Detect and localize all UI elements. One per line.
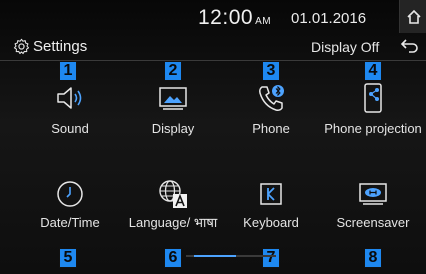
status-date: 01.01.2016 — [291, 10, 367, 27]
tile-label: Phone projection — [324, 121, 422, 136]
phone-projection-icon — [355, 80, 391, 116]
bluetooth-phone-icon — [253, 80, 289, 116]
back-arrow-icon — [400, 37, 422, 55]
clock-icon — [52, 176, 88, 212]
status-clock: 12:00 AM — [198, 6, 271, 30]
tile-label: Screensaver — [336, 215, 410, 230]
tile-sound[interactable]: 1 Sound — [18, 60, 122, 164]
tile-label: Keyboard — [243, 215, 299, 230]
clock-time: 12:00 — [198, 6, 254, 29]
page-title-label: Settings — [33, 38, 88, 55]
callout-badge: 8 — [365, 249, 381, 267]
gear-icon — [13, 38, 30, 55]
tile-language[interactable]: 6 Language/ भाषा — [121, 170, 225, 274]
clock-ampm: AM — [255, 16, 272, 27]
page-indicator-active — [194, 255, 236, 257]
tile-date-time[interactable]: 5 Date/Time — [18, 170, 122, 274]
callout-badge: 7 — [263, 249, 279, 267]
page-title: Settings — [13, 38, 87, 55]
callout-badge: 2 — [165, 62, 181, 80]
callout-badge: 4 — [365, 62, 381, 80]
screensaver-icon — [355, 176, 391, 212]
title-bar: Settings Display Off — [0, 33, 426, 61]
back-button[interactable] — [400, 37, 422, 55]
callout-badge: 3 — [263, 62, 279, 80]
tile-display[interactable]: 2 Display — [121, 60, 225, 164]
home-icon — [406, 9, 422, 25]
language-globe-icon — [155, 176, 191, 212]
callout-badge: 5 — [60, 249, 76, 267]
keyboard-icon — [253, 176, 289, 212]
callout-badge: 6 — [165, 249, 181, 267]
page-indicator — [186, 255, 276, 257]
display-off-button[interactable]: Display Off — [311, 39, 379, 55]
callout-badge: 1 — [60, 62, 76, 80]
tile-label: Sound — [51, 121, 89, 136]
tile-label: Display — [151, 121, 195, 136]
tile-screensaver[interactable]: 8 Screensaver — [321, 170, 425, 274]
tile-label: Language/ भाषा — [128, 215, 218, 230]
home-button[interactable] — [399, 0, 426, 33]
status-bar: 12:00 AM 01.01.2016 — [0, 0, 426, 33]
tile-phone-projection[interactable]: 4 Phone projection — [321, 60, 425, 164]
tile-phone[interactable]: 3 Phone — [219, 60, 323, 164]
settings-screen: 12:00AM 01.01.2016 Settings Display Off — [0, 0, 426, 274]
monitor-icon — [155, 80, 191, 116]
speaker-icon — [52, 80, 88, 116]
tile-label: Phone — [252, 121, 290, 136]
tile-label: Date/Time — [40, 215, 100, 230]
tile-keyboard[interactable]: 7 Keyboard — [219, 170, 323, 274]
